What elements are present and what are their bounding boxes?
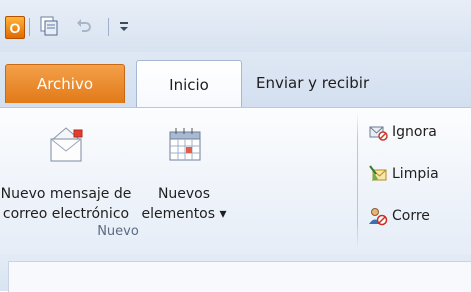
clean-up-button[interactable]: Limpia <box>368 159 439 189</box>
new-email-button[interactable]: Nuevo mensaje de correo electrónico <box>0 108 132 226</box>
new-items-label-line2: elementos ▾ <box>141 206 227 222</box>
ignore-button[interactable]: Ignora <box>368 117 437 147</box>
junk-mail-icon <box>369 208 388 226</box>
new-items-button[interactable]: Nuevos elementos ▾ <box>132 108 236 226</box>
ignore-label: Ignora <box>392 124 437 140</box>
ribbon-tab-strip: Archivo Inicio Enviar y recibir <box>0 52 471 109</box>
customize-qat-icon[interactable] <box>118 19 130 33</box>
new-email-label-line1: Nuevo mensaje de <box>0 186 132 202</box>
ribbon-panel: Nuevo mensaje de correo electrónico Nuev… <box>0 107 471 255</box>
ignore-conversation-icon <box>369 126 388 141</box>
group-label-nuevo: Nuevo <box>97 224 139 239</box>
new-email-label-line2: correo electrónico <box>2 206 130 222</box>
calendar-icon <box>169 128 201 161</box>
junk-button[interactable]: Corre <box>368 201 430 231</box>
clean-up-label: Limpia <box>392 166 439 182</box>
outlook-logo-icon[interactable]: O <box>5 16 25 39</box>
send-receive-icon[interactable] <box>40 16 58 36</box>
group-separator <box>357 112 358 250</box>
qat-separator <box>29 18 30 36</box>
junk-label: Corre <box>392 208 430 224</box>
tab-archivo[interactable]: Archivo <box>5 64 125 103</box>
clean-up-icon <box>369 165 387 181</box>
tab-inicio[interactable]: Inicio <box>136 60 242 109</box>
qat-separator <box>108 18 109 36</box>
undo-icon[interactable] <box>75 17 93 35</box>
tab-enviar-y-recibir[interactable]: Enviar y recibir <box>256 62 456 104</box>
quick-access-toolbar: O <box>0 0 471 52</box>
navigation-pane-edge <box>8 261 471 292</box>
new-email-icon <box>50 127 83 162</box>
new-items-label-line1: Nuevos <box>157 186 211 202</box>
